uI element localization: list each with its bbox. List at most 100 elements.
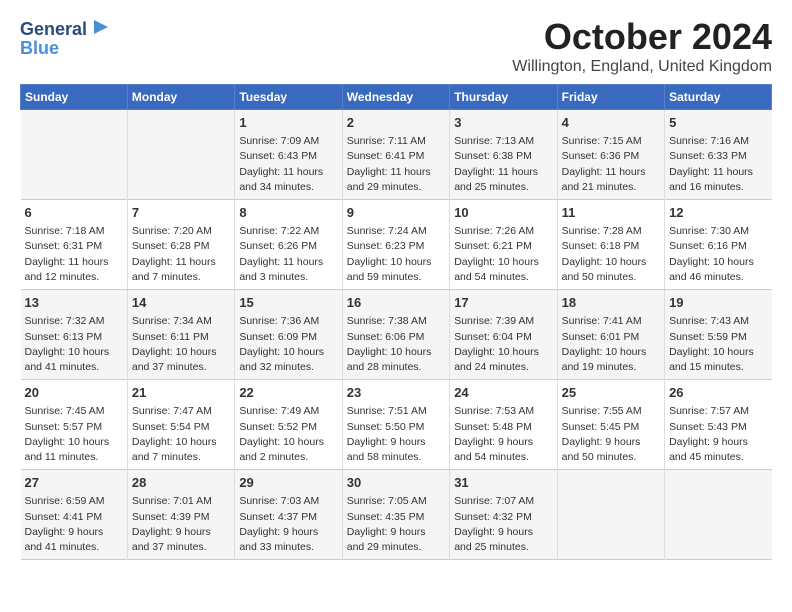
calendar-cell: 19 Sunrise: 7:43 AM Sunset: 5:59 PM Dayli… bbox=[665, 290, 772, 380]
day-info: Sunrise: 7:16 AM Sunset: 6:33 PM Dayligh… bbox=[669, 134, 767, 195]
calendar-cell: 9Sunrise: 7:24 AM Sunset: 6:23 PM Daylig… bbox=[342, 200, 449, 290]
day-number: 21 bbox=[132, 384, 230, 402]
week-row-3: 20Sunrise: 7:45 AM Sunset: 5:57 PM Dayli… bbox=[21, 380, 772, 470]
header-saturday: Saturday bbox=[665, 85, 772, 110]
day-info: Sunrise: 7:38 AM Sunset: 6:06 PM Dayligh… bbox=[347, 314, 445, 375]
day-number: 13 bbox=[25, 294, 123, 312]
calendar-cell: 15 Sunrise: 7:36 AM Sunset: 6:09 PM Dayli… bbox=[235, 290, 342, 380]
calendar-cell: 12 Sunrise: 7:30 AM Sunset: 6:16 PM Dayli… bbox=[665, 200, 772, 290]
calendar-cell: 30 Sunrise: 7:05 AM Sunset: 4:35 PM Dayli… bbox=[342, 470, 449, 560]
page-title: October 2024 bbox=[512, 16, 772, 58]
logo-text-blue: Blue bbox=[20, 39, 59, 59]
day-info: Sunrise: 7:55 AM Sunset: 5:45 PM Dayligh… bbox=[562, 404, 660, 465]
day-number: 23 bbox=[347, 384, 445, 402]
day-number: 11 bbox=[562, 204, 660, 222]
day-number: 30 bbox=[347, 474, 445, 492]
header-wednesday: Wednesday bbox=[342, 85, 449, 110]
day-info: Sunrise: 7:01 AM Sunset: 4:39 PM Dayligh… bbox=[132, 494, 230, 555]
calendar-cell bbox=[127, 110, 234, 200]
day-info: Sunrise: 7:15 AM Sunset: 6:36 PM Dayligh… bbox=[562, 134, 660, 195]
day-number: 22 bbox=[239, 384, 337, 402]
week-row-4: 27 Sunrise: 6:59 AM Sunset: 4:41 PM Dayli… bbox=[21, 470, 772, 560]
logo: General Blue bbox=[20, 16, 112, 59]
calendar-cell: 26 Sunrise: 7:57 AM Sunset: 5:43 PM Dayli… bbox=[665, 380, 772, 470]
day-info: Sunrise: 7:03 AM Sunset: 4:37 PM Dayligh… bbox=[239, 494, 337, 555]
day-info: Sunrise: 7:26 AM Sunset: 6:21 PM Dayligh… bbox=[454, 224, 552, 285]
calendar-cell: 3Sunrise: 7:13 AM Sunset: 6:38 PM Daylig… bbox=[450, 110, 557, 200]
calendar-cell: 10 Sunrise: 7:26 AM Sunset: 6:21 PM Dayli… bbox=[450, 200, 557, 290]
page-subtitle: Willington, England, United Kingdom bbox=[512, 58, 772, 76]
day-info: Sunrise: 7:18 AM Sunset: 6:31 PM Dayligh… bbox=[25, 224, 123, 285]
calendar-cell: 23 Sunrise: 7:51 AM Sunset: 5:50 PM Dayli… bbox=[342, 380, 449, 470]
logo-arrow-icon bbox=[90, 16, 112, 38]
header-friday: Friday bbox=[557, 85, 664, 110]
calendar-cell: 17 Sunrise: 7:39 AM Sunset: 6:04 PM Dayli… bbox=[450, 290, 557, 380]
day-number: 6 bbox=[25, 204, 123, 222]
calendar-cell: 8 Sunrise: 7:22 AM Sunset: 6:26 PM Daylig… bbox=[235, 200, 342, 290]
title-block: October 2024 Willington, England, United… bbox=[512, 16, 772, 76]
day-info: Sunrise: 7:57 AM Sunset: 5:43 PM Dayligh… bbox=[669, 404, 767, 465]
week-row-0: 1 Sunrise: 7:09 AM Sunset: 6:43 PM Daylig… bbox=[21, 110, 772, 200]
day-number: 9 bbox=[347, 204, 445, 222]
day-number: 26 bbox=[669, 384, 767, 402]
day-info: Sunrise: 7:45 AM Sunset: 5:57 PM Dayligh… bbox=[25, 404, 123, 465]
day-number: 10 bbox=[454, 204, 552, 222]
calendar-cell: 11 Sunrise: 7:28 AM Sunset: 6:18 PM Dayli… bbox=[557, 200, 664, 290]
day-info: Sunrise: 7:36 AM Sunset: 6:09 PM Dayligh… bbox=[239, 314, 337, 375]
day-number: 1 bbox=[239, 114, 337, 132]
calendar-cell: 27 Sunrise: 6:59 AM Sunset: 4:41 PM Dayli… bbox=[21, 470, 128, 560]
calendar-cell bbox=[21, 110, 128, 200]
day-number: 17 bbox=[454, 294, 552, 312]
day-number: 29 bbox=[239, 474, 337, 492]
day-info: Sunrise: 7:43 AM Sunset: 5:59 PM Dayligh… bbox=[669, 314, 767, 375]
calendar-cell: 28Sunrise: 7:01 AM Sunset: 4:39 PM Dayli… bbox=[127, 470, 234, 560]
day-number: 8 bbox=[239, 204, 337, 222]
logo-text-general: General bbox=[20, 20, 87, 40]
day-info: Sunrise: 7:39 AM Sunset: 6:04 PM Dayligh… bbox=[454, 314, 552, 375]
day-number: 25 bbox=[562, 384, 660, 402]
calendar-cell bbox=[557, 470, 664, 560]
calendar-cell: 2Sunrise: 7:11 AM Sunset: 6:41 PM Daylig… bbox=[342, 110, 449, 200]
day-info: Sunrise: 6:59 AM Sunset: 4:41 PM Dayligh… bbox=[25, 494, 123, 555]
week-row-1: 6 Sunrise: 7:18 AM Sunset: 6:31 PM Daylig… bbox=[21, 200, 772, 290]
day-info: Sunrise: 7:22 AM Sunset: 6:26 PM Dayligh… bbox=[239, 224, 337, 285]
page: General Blue October 2024 Willington, En… bbox=[0, 0, 792, 570]
week-row-2: 13 Sunrise: 7:32 AM Sunset: 6:13 PM Dayli… bbox=[21, 290, 772, 380]
calendar-cell: 13 Sunrise: 7:32 AM Sunset: 6:13 PM Dayli… bbox=[21, 290, 128, 380]
calendar-cell: 4 Sunrise: 7:15 AM Sunset: 6:36 PM Daylig… bbox=[557, 110, 664, 200]
day-info: Sunrise: 7:32 AM Sunset: 6:13 PM Dayligh… bbox=[25, 314, 123, 375]
day-info: Sunrise: 7:20 AM Sunset: 6:28 PM Dayligh… bbox=[132, 224, 230, 285]
day-number: 31 bbox=[454, 474, 552, 492]
day-info: Sunrise: 7:41 AM Sunset: 6:01 PM Dayligh… bbox=[562, 314, 660, 375]
day-info: Sunrise: 7:51 AM Sunset: 5:50 PM Dayligh… bbox=[347, 404, 445, 465]
day-info: Sunrise: 7:09 AM Sunset: 6:43 PM Dayligh… bbox=[239, 134, 337, 195]
day-number: 15 bbox=[239, 294, 337, 312]
day-info: Sunrise: 7:11 AM Sunset: 6:41 PM Dayligh… bbox=[347, 134, 445, 195]
day-info: Sunrise: 7:49 AM Sunset: 5:52 PM Dayligh… bbox=[239, 404, 337, 465]
day-number: 16 bbox=[347, 294, 445, 312]
header-row: SundayMondayTuesdayWednesdayThursdayFrid… bbox=[21, 85, 772, 110]
calendar-cell bbox=[665, 470, 772, 560]
day-info: Sunrise: 7:28 AM Sunset: 6:18 PM Dayligh… bbox=[562, 224, 660, 285]
day-info: Sunrise: 7:30 AM Sunset: 6:16 PM Dayligh… bbox=[669, 224, 767, 285]
day-number: 12 bbox=[669, 204, 767, 222]
day-number: 7 bbox=[132, 204, 230, 222]
calendar-cell: 21Sunrise: 7:47 AM Sunset: 5:54 PM Dayli… bbox=[127, 380, 234, 470]
day-number: 4 bbox=[562, 114, 660, 132]
calendar-cell: 29 Sunrise: 7:03 AM Sunset: 4:37 PM Dayli… bbox=[235, 470, 342, 560]
day-number: 27 bbox=[25, 474, 123, 492]
header-monday: Monday bbox=[127, 85, 234, 110]
day-number: 5 bbox=[669, 114, 767, 132]
calendar-cell: 25 Sunrise: 7:55 AM Sunset: 5:45 PM Dayli… bbox=[557, 380, 664, 470]
header-tuesday: Tuesday bbox=[235, 85, 342, 110]
calendar-cell: 18 Sunrise: 7:41 AM Sunset: 6:01 PM Dayli… bbox=[557, 290, 664, 380]
calendar-cell: 20Sunrise: 7:45 AM Sunset: 5:57 PM Dayli… bbox=[21, 380, 128, 470]
day-number: 19 bbox=[669, 294, 767, 312]
day-info: Sunrise: 7:05 AM Sunset: 4:35 PM Dayligh… bbox=[347, 494, 445, 555]
calendar-cell: 14Sunrise: 7:34 AM Sunset: 6:11 PM Dayli… bbox=[127, 290, 234, 380]
calendar-cell: 24Sunrise: 7:53 AM Sunset: 5:48 PM Dayli… bbox=[450, 380, 557, 470]
day-number: 18 bbox=[562, 294, 660, 312]
calendar-table: SundayMondayTuesdayWednesdayThursdayFrid… bbox=[20, 84, 772, 560]
header-thursday: Thursday bbox=[450, 85, 557, 110]
calendar-cell: 1 Sunrise: 7:09 AM Sunset: 6:43 PM Daylig… bbox=[235, 110, 342, 200]
